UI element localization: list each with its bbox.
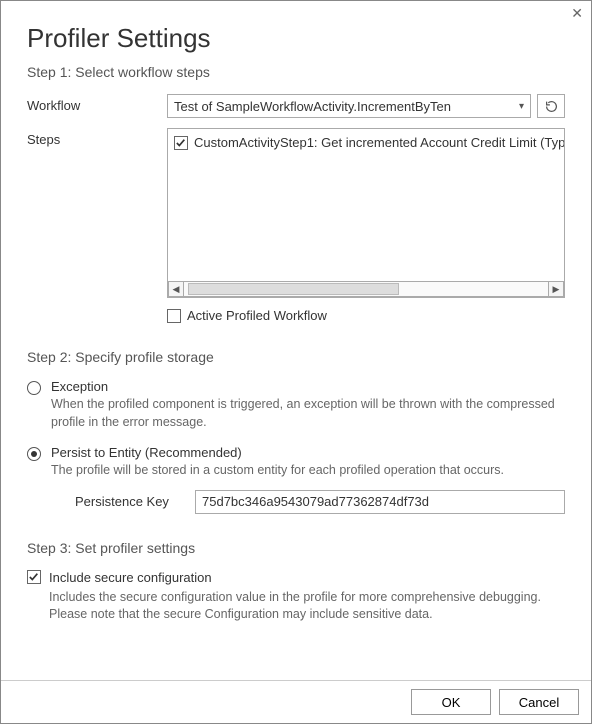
persistence-key-label: Persistence Key — [75, 494, 185, 509]
cancel-button[interactable]: Cancel — [499, 689, 579, 715]
include-secure-title: Include secure configuration — [49, 570, 565, 585]
chevron-down-icon: ▾ — [519, 101, 524, 112]
close-icon[interactable]: ✕ — [571, 5, 583, 22]
active-profiled-checkbox[interactable] — [167, 309, 181, 323]
exception-radio[interactable] — [27, 381, 41, 395]
step2-heading: Step 2: Specify profile storage — [27, 349, 565, 365]
refresh-icon — [545, 100, 558, 113]
active-profiled-label: Active Profiled Workflow — [187, 308, 327, 323]
scroll-track[interactable] — [184, 281, 548, 297]
exception-title: Exception — [51, 379, 565, 394]
page-title: Profiler Settings — [27, 23, 565, 54]
persist-desc: The profile will be stored in a custom e… — [51, 462, 565, 480]
workflow-value: Test of SampleWorkflowActivity.Increment… — [174, 99, 451, 114]
include-secure-checkbox[interactable] — [27, 570, 41, 584]
persist-radio[interactable] — [27, 447, 41, 461]
exception-desc: When the profiled component is triggered… — [51, 396, 565, 431]
step3-heading: Step 3: Set profiler settings — [27, 540, 565, 556]
horizontal-scrollbar[interactable]: ◀ ▶ — [168, 281, 564, 297]
workflow-label: Workflow — [27, 94, 167, 113]
steps-listbox[interactable]: CustomActivityStep1: Get incremented Acc… — [167, 128, 565, 298]
list-item[interactable]: CustomActivityStep1: Get incremented Acc… — [174, 135, 558, 150]
persistence-key-input[interactable] — [195, 490, 565, 514]
check-icon — [176, 138, 186, 148]
scroll-right-arrow[interactable]: ▶ — [548, 281, 564, 297]
ok-button[interactable]: OK — [411, 689, 491, 715]
scroll-thumb[interactable] — [188, 283, 399, 295]
steps-label: Steps — [27, 128, 167, 147]
step1-heading: Step 1: Select workflow steps — [27, 64, 565, 80]
step-checkbox[interactable] — [174, 136, 188, 150]
persist-title: Persist to Entity (Recommended) — [51, 445, 565, 460]
scroll-left-arrow[interactable]: ◀ — [168, 281, 184, 297]
include-secure-desc: Includes the secure configuration value … — [49, 589, 565, 624]
refresh-button[interactable] — [537, 94, 565, 118]
step-item-label: CustomActivityStep1: Get incremented Acc… — [194, 135, 564, 150]
workflow-select[interactable]: Test of SampleWorkflowActivity.Increment… — [167, 94, 531, 118]
check-icon — [29, 572, 39, 582]
